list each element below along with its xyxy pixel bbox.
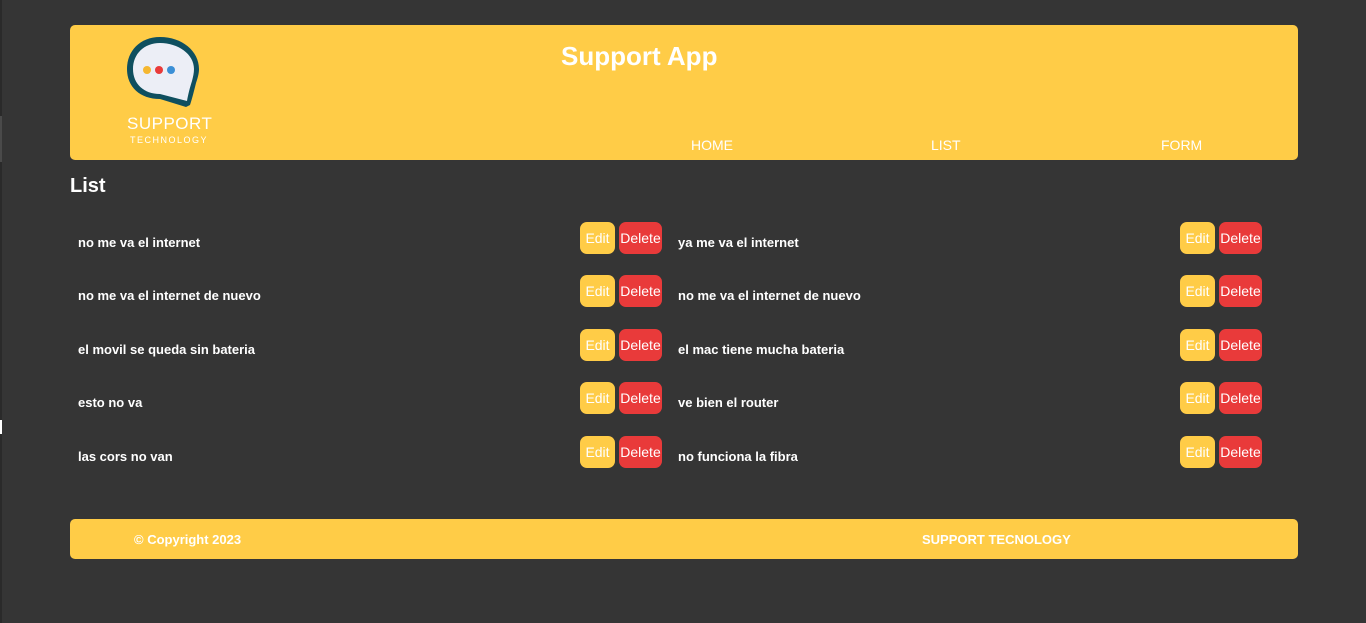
list-item: ve bien el router Edit Delete: [670, 382, 1262, 416]
delete-button[interactable]: Delete: [1219, 222, 1262, 254]
nav-home[interactable]: HOME: [691, 137, 733, 153]
ticket-text: ve bien el router: [678, 395, 779, 410]
edit-button[interactable]: Edit: [580, 382, 615, 414]
delete-button[interactable]: Delete: [1219, 275, 1262, 307]
list-item: el movil se queda sin bateria Edit Delet…: [70, 329, 662, 363]
delete-button[interactable]: Delete: [1219, 329, 1262, 361]
list-item: no me va el internet de nuevo Edit Delet…: [670, 275, 1262, 309]
app-header: SUPPORT TECHNOLOGY Support App HOME LIST…: [70, 25, 1298, 160]
delete-button[interactable]: Delete: [619, 222, 662, 254]
edit-button[interactable]: Edit: [1180, 329, 1215, 361]
app-title: Support App: [561, 41, 718, 71]
ticket-text: no me va el internet: [78, 235, 201, 250]
page-title: List: [70, 175, 106, 197]
ticket-text: el mac tiene mucha bateria: [678, 342, 845, 357]
ticket-text: las cors no van: [78, 449, 173, 464]
window-edge: [0, 0, 2, 623]
nav-list[interactable]: LIST: [931, 137, 961, 153]
edit-button[interactable]: Edit: [1180, 275, 1215, 307]
edit-button[interactable]: Edit: [1180, 222, 1215, 254]
list-item: las cors no van Edit Delete: [70, 436, 662, 470]
list-item: no me va el internet de nuevo Edit Delet…: [70, 275, 662, 309]
edit-button[interactable]: Edit: [580, 275, 615, 307]
ticket-text: no me va el internet de nuevo: [78, 288, 261, 303]
ticket-text: no me va el internet de nuevo: [678, 288, 861, 303]
edit-button[interactable]: Edit: [1180, 382, 1215, 414]
edit-button[interactable]: Edit: [580, 436, 615, 468]
edit-button[interactable]: Edit: [580, 329, 615, 361]
nav-form[interactable]: FORM: [1161, 137, 1202, 153]
chat-bubble-icon: [127, 37, 199, 107]
delete-button[interactable]: Delete: [619, 329, 662, 361]
logo[interactable]: SUPPORT TECHNOLOGY: [124, 35, 214, 151]
edit-button[interactable]: Edit: [580, 222, 615, 254]
ticket-text: el movil se queda sin bateria: [78, 342, 256, 357]
ticket-text: no funciona la fibra: [678, 449, 798, 464]
list-item: no funciona la fibra Edit Delete: [670, 436, 1262, 470]
delete-button[interactable]: Delete: [1219, 436, 1262, 468]
delete-button[interactable]: Delete: [619, 436, 662, 468]
ticket-text: esto no va: [78, 395, 143, 410]
delete-button[interactable]: Delete: [619, 382, 662, 414]
window-edge-mark: [0, 420, 2, 434]
copyright-text: © Copyright 2023: [134, 532, 242, 547]
list-item: esto no va Edit Delete: [70, 382, 662, 416]
app-footer: © Copyright 2023 SUPPORT TECNOLOGY: [70, 519, 1298, 559]
edit-button[interactable]: Edit: [1180, 436, 1215, 468]
logo-text: SUPPORT: [127, 114, 213, 133]
list-item: no me va el internet Edit Delete: [70, 222, 662, 256]
window-edge-mark: [0, 116, 2, 162]
list-item: el mac tiene mucha bateria Edit Delete: [670, 329, 1262, 363]
list-item: ya me va el internet Edit Delete: [670, 222, 1262, 256]
ticket-text: ya me va el internet: [678, 235, 799, 250]
delete-button[interactable]: Delete: [1219, 382, 1262, 414]
delete-button[interactable]: Delete: [619, 275, 662, 307]
logo-subtext: TECHNOLOGY: [129, 135, 208, 145]
footer-brand: SUPPORT TECNOLOGY: [922, 532, 1071, 547]
